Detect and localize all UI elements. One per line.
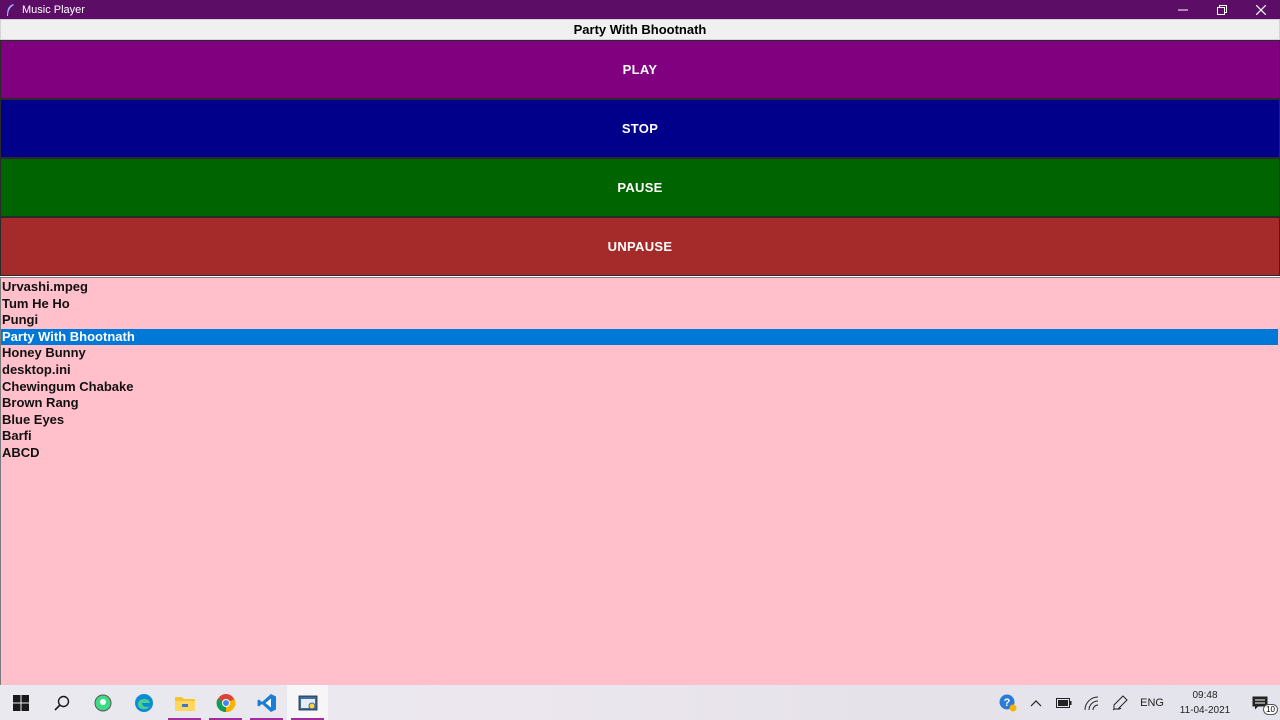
chat-app-icon [94,694,111,711]
notification-center-button[interactable]: 10 [1240,685,1280,720]
show-hidden-icons-button[interactable] [1022,685,1050,720]
restore-button[interactable] [1202,0,1241,19]
start-button[interactable] [0,685,41,720]
python-app-icon [298,695,317,710]
window-title: Music Player [22,3,85,16]
windows-start-icon [12,694,29,711]
feather-app-icon [4,3,16,16]
taskbar-edge[interactable] [123,685,164,720]
playlist-item[interactable]: desktop.ini [1,362,1280,379]
playlist-item[interactable]: Barfi [1,428,1280,445]
minimize-icon [1177,9,1188,10]
taskbar-file-explorer[interactable] [164,685,205,720]
help-icon: ? [999,694,1017,711]
notification-count-badge: 10 [1263,704,1278,715]
wifi-tray-button[interactable] [1078,685,1106,720]
playlist-item[interactable]: Chewingum Chabake [1,379,1280,396]
search-icon [53,695,69,711]
windows-taskbar: ? ENG 09:48 11-04-2021 10 [0,685,1280,720]
playlist-item[interactable]: Honey Bunny [1,345,1280,362]
pen-tray-button[interactable] [1106,685,1134,720]
chevron-up-icon [1030,699,1042,706]
taskbar-vscode[interactable] [246,685,287,720]
play-button[interactable]: PLAY [0,40,1280,99]
unpause-button[interactable]: UNPAUSE [0,217,1280,276]
playlist-listbox[interactable]: Urvashi.mpeg Tum He Ho Pungi Party With Bho… [0,277,1280,685]
chrome-icon [216,693,235,712]
playlist-item[interactable]: Brown Rang [1,395,1280,412]
close-icon [1255,4,1266,15]
playlist-item[interactable]: Urvashi.mpeg [1,279,1280,296]
window-titlebar: Music Player [0,0,1280,19]
battery-tray-button[interactable] [1050,685,1078,720]
help-tray-button[interactable]: ? [994,685,1022,720]
taskbar-chrome[interactable] [205,685,246,720]
pen-icon [1112,694,1128,710]
taskbar-chat-app[interactable] [82,685,123,720]
language-indicator[interactable]: ENG [1134,697,1170,709]
clock-date: 11-04-2021 [1179,704,1231,716]
edge-icon [134,693,153,712]
playlist-item-selected[interactable]: Party With Bhootnath [1,328,1278,346]
search-button[interactable] [41,685,82,720]
battery-icon [1056,697,1072,708]
wifi-icon [1084,696,1099,710]
playlist-item[interactable]: Tum He Ho [1,296,1280,313]
pause-button[interactable]: PAUSE [0,158,1280,217]
clock-time: 09:48 [1192,689,1218,701]
file-explorer-icon [174,696,195,711]
minimize-button[interactable] [1163,0,1202,19]
stop-button[interactable]: STOP [0,99,1280,158]
system-tray: ? ENG 09:48 11-04-2021 10 [994,685,1280,720]
playlist-item[interactable]: Pungi [1,312,1280,329]
taskbar-python-app[interactable] [287,685,328,720]
vscode-icon [257,693,276,712]
close-button[interactable] [1241,0,1280,19]
playlist-item[interactable]: ABCD [1,445,1280,462]
clock[interactable]: 09:48 11-04-2021 [1170,688,1240,718]
playlist-item[interactable]: Blue Eyes [1,412,1280,429]
svg-text:?: ? [1004,697,1011,709]
now-playing-label: Party With Bhootnath [0,19,1280,40]
restore-icon [1216,4,1227,15]
